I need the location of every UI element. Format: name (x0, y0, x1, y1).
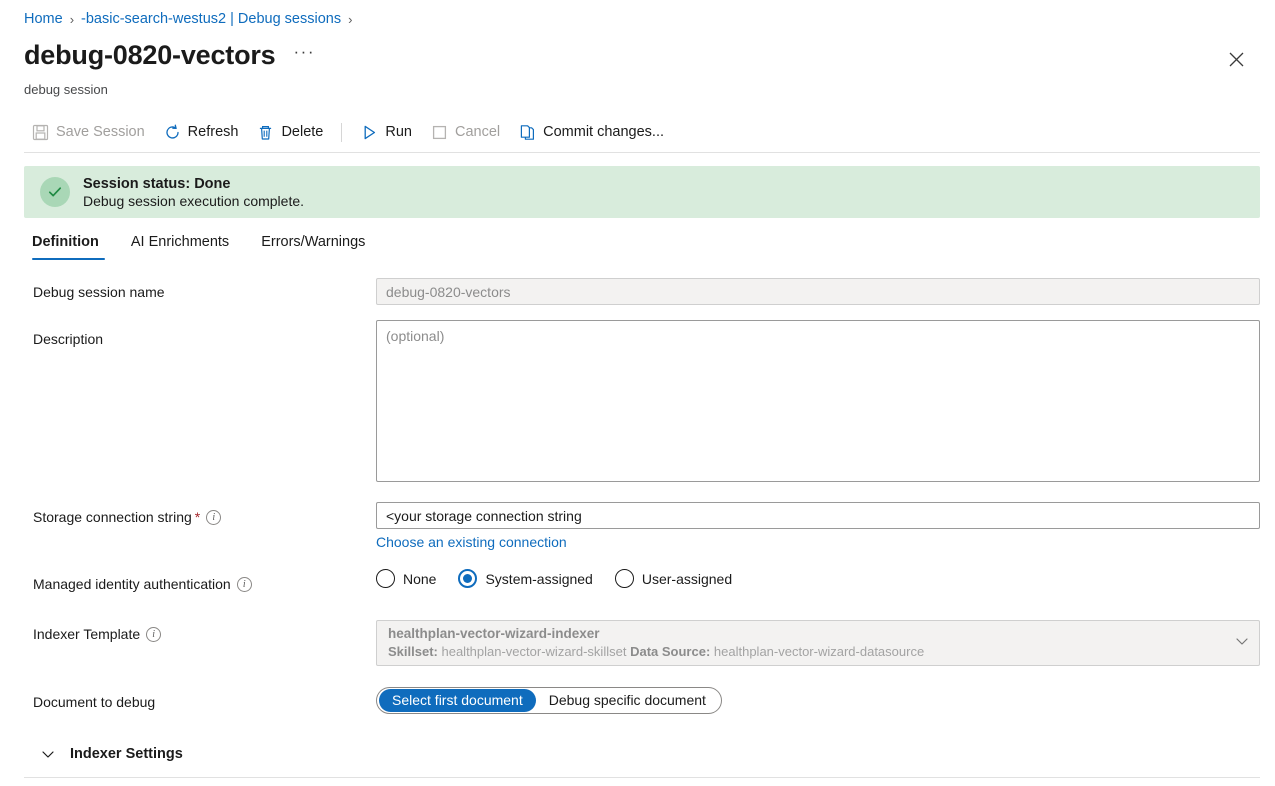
tab-ai-enrichments-label: AI Enrichments (130, 234, 230, 250)
title-row: debug-0820-vectors ··· (24, 40, 319, 71)
segment-debug-specific-document[interactable]: Debug specific document (536, 689, 719, 712)
info-icon-managed-identity[interactable]: i (236, 576, 252, 592)
stop-icon (432, 125, 447, 139)
radio-none-dot (376, 569, 395, 588)
cancel-label: Cancel (454, 124, 501, 140)
indexer-template-dropdown[interactable]: healthplan-vector-wizard-indexer Skillse… (376, 620, 1260, 666)
trash-icon (260, 125, 272, 140)
tab-list: Definition AI Enrichments Errors/Warning… (24, 228, 381, 260)
save-session-label: Save Session (56, 124, 145, 140)
storage-connection-label: Storage connection string * i (33, 509, 222, 525)
radio-user-assigned-label: User-assigned (641, 570, 733, 587)
breadcrumb-separator-icon-2: › (348, 11, 353, 27)
description-textarea[interactable] (376, 320, 1260, 482)
breadcrumb-separator-icon: › (69, 11, 75, 27)
managed-identity-radio-group: None System-assigned User-assigned (376, 569, 732, 588)
indexer-template-label-text: Indexer Template (33, 626, 141, 642)
close-icon (1229, 52, 1243, 66)
cancel-button[interactable]: Cancel (423, 119, 511, 146)
debug-session-name-label-text: Debug session name (33, 284, 165, 300)
debug-session-name-input[interactable] (376, 278, 1260, 305)
save-icon (32, 124, 49, 140)
choose-existing-connection-link[interactable]: Choose an existing connection (376, 534, 567, 550)
tab-definition[interactable]: Definition (24, 228, 115, 260)
indexer-settings-label: Indexer Settings (70, 746, 183, 762)
commit-changes-button[interactable]: Commit changes... (511, 119, 675, 146)
skillset-label: Skillset: (388, 644, 438, 660)
breadcrumb-item-debug-sessions[interactable]: -basic-search-westus2 | Debug sessions (81, 11, 341, 27)
debug-session-page: Home › -basic-search-westus2 | Debug ses… (0, 0, 1275, 786)
status-banner-message: Debug session execution complete. (83, 192, 305, 209)
info-icon-storage[interactable]: i (206, 509, 222, 525)
run-label: Run (385, 124, 412, 140)
refresh-label: Refresh (187, 124, 239, 140)
chevron-down-icon-indexer-settings (42, 751, 54, 758)
breadcrumb: Home › -basic-search-westus2 | Debug ses… (24, 11, 352, 27)
toolbar-bottom-rule (24, 152, 1260, 153)
page-title: debug-0820-vectors (24, 40, 276, 70)
required-marker: * (194, 509, 201, 525)
indexer-template-label: Indexer Template i (33, 626, 162, 642)
save-session-button[interactable]: Save Session (24, 119, 156, 146)
tab-ai-enrichments[interactable]: AI Enrichments (115, 228, 245, 260)
toolbar-divider (341, 122, 343, 142)
radio-none[interactable]: None (376, 569, 436, 588)
segment-select-first-document[interactable]: Select first document (379, 689, 536, 712)
tab-errors-warnings-label: Errors/Warnings (261, 234, 366, 250)
info-icon-indexer-template[interactable]: i (146, 626, 162, 642)
radio-none-label: None (403, 570, 437, 587)
refresh-button[interactable]: Refresh (156, 119, 250, 146)
bottom-rule (24, 777, 1260, 778)
managed-identity-label: Managed identity authentication i (33, 576, 252, 592)
status-banner-title: Session status: Done (83, 175, 231, 192)
radio-system-assigned-dot (458, 569, 478, 588)
tab-errors-warnings[interactable]: Errors/Warnings (245, 228, 381, 260)
commit-changes-label: Commit changes... (543, 124, 665, 140)
document-to-debug-label: Document to debug (33, 694, 155, 710)
status-banner: Session status: Done Debug session execu… (24, 166, 1260, 218)
command-bar: Save Session Refresh Delete Run Cancel C… (24, 116, 1260, 148)
datasource-value: healthplan-vector-wizard-datasource (713, 644, 925, 660)
managed-identity-label-text: Managed identity authentication (33, 576, 231, 592)
description-label-text: Description (33, 331, 104, 347)
breadcrumb-item-home[interactable]: Home (24, 11, 63, 27)
delete-button[interactable]: Delete (249, 119, 334, 146)
more-options-button[interactable]: ··· (290, 43, 319, 64)
radio-system-assigned-label: System-assigned (485, 570, 593, 587)
chevron-down-icon (1227, 634, 1249, 653)
play-icon (364, 125, 376, 139)
indexer-template-details: Skillset: healthplan-vector-wizard-skill… (388, 643, 1227, 661)
radio-user-assigned[interactable]: User-assigned (614, 569, 733, 588)
document-to-debug-label-text: Document to debug (33, 694, 156, 710)
close-button[interactable] (1219, 42, 1253, 76)
storage-connection-label-text: Storage connection string (33, 509, 192, 525)
run-button[interactable]: Run (353, 119, 423, 146)
check-circle-icon (40, 177, 70, 207)
datasource-label: Data Source: (630, 644, 711, 660)
indexer-settings-section[interactable]: Indexer Settings (40, 746, 183, 762)
delete-label: Delete (281, 124, 324, 140)
indexer-template-value: healthplan-vector-wizard-indexer (388, 626, 600, 642)
page-subtitle: debug session (24, 82, 108, 97)
storage-connection-input[interactable] (376, 502, 1260, 529)
skillset-value: healthplan-vector-wizard-skillset (441, 644, 627, 660)
tab-definition-label: Definition (32, 234, 99, 250)
refresh-icon (166, 124, 179, 139)
description-label: Description (33, 331, 103, 347)
copy-icon (520, 124, 535, 140)
debug-session-name-label: Debug session name (33, 284, 165, 300)
radio-system-assigned[interactable]: System-assigned (458, 569, 593, 588)
radio-user-assigned-dot (614, 569, 634, 588)
document-to-debug-toggle: Select first document Debug specific doc… (376, 687, 722, 714)
